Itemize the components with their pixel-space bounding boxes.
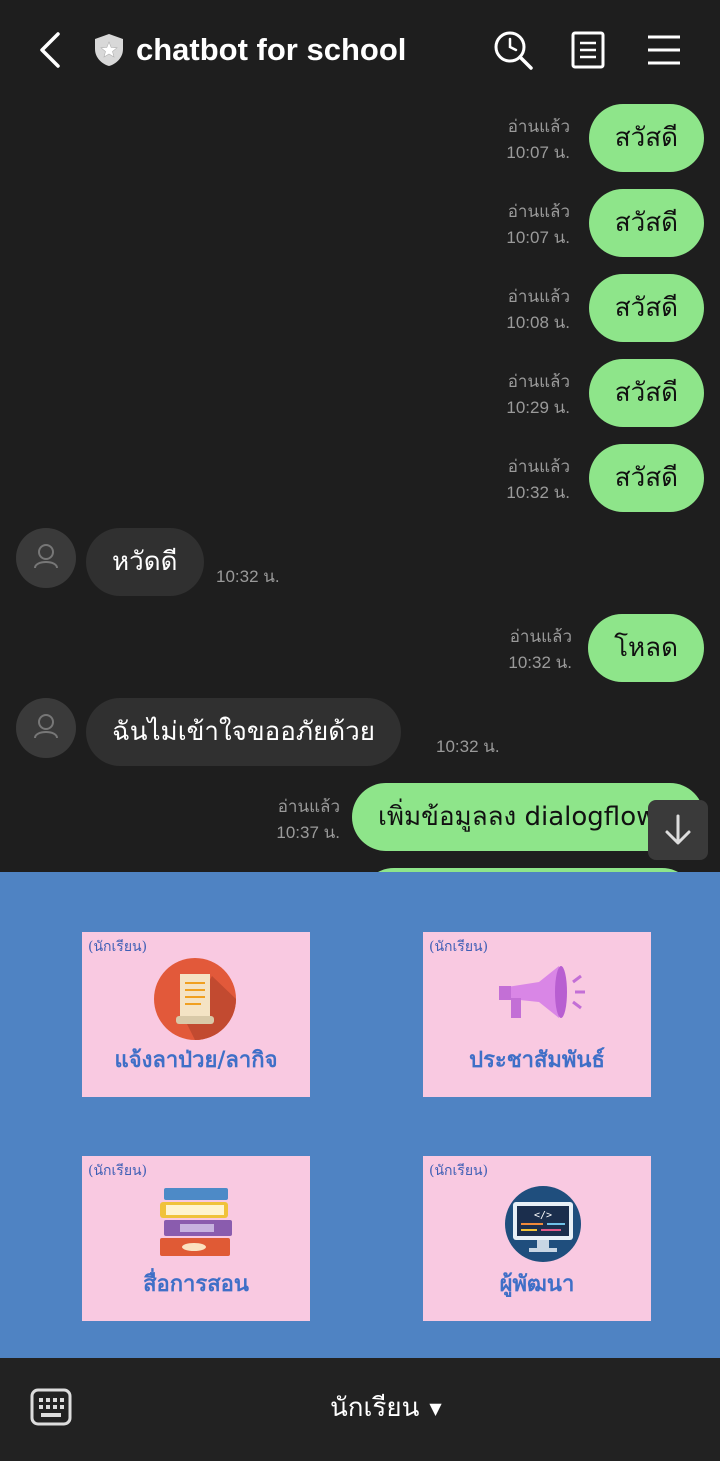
message-bubble[interactable]: สวัสดี [588,189,704,257]
megaphone-icon [499,966,585,1018]
read-status: อ่านแล้ว [277,797,340,816]
message-time: 10:32 น. [506,483,570,502]
bottom-bar: นักเรียน ▼ [0,1358,720,1461]
notes-icon[interactable] [566,28,610,72]
bot-avatar[interactable] [16,528,76,588]
message-time: 10:29 น. [506,398,570,417]
message-bubble[interactable]: สวัสดี [588,444,704,512]
verified-shield-icon [95,34,123,66]
rich-menu-label: นักเรียน [330,1393,420,1423]
user-silhouette-icon [34,714,58,739]
message-time: 10:07 น. [506,228,570,247]
message-time: 10:37 น. [276,823,340,842]
read-status: อ่านแล้ว [507,457,570,476]
message-time: 10:08 น. [506,313,570,332]
card-developer[interactable]: (นักเรียน) </> ผู้พัฒนา [423,1156,651,1321]
message-bubble[interactable]: ฉันไม่เข้าใจขออภัยด้วย [86,698,401,766]
card-tag: (นักเรียน) [429,1163,489,1179]
chat-area[interactable]: อ่านแล้ว 10:07 น. สวัสดี อ่านแล้ว 10:07 … [0,100,720,872]
message-time: 10:32 น. [508,653,572,672]
code-monitor-icon: </> [505,1186,581,1262]
card-tag: (นักเรียน) [88,939,148,955]
svg-text:</>: </> [534,1210,552,1221]
message-bubble[interactable]: สวัสดี [588,274,704,342]
hamburger-menu-icon[interactable] [642,28,686,72]
read-status: อ่านแล้ว [507,202,570,221]
read-status: อ่านแล้ว [507,287,570,306]
search-history-icon[interactable] [491,28,535,72]
card-tag: (นักเรียน) [429,939,489,955]
card-announcements[interactable]: (นักเรียน) ประชาสัมพันธ์ [423,932,651,1097]
scroll-to-bottom-button[interactable] [648,800,708,860]
message-time: 10:32 น. [436,737,500,756]
message-time: 10:32 น. [216,567,280,586]
message-bubble[interactable]: โหลด [588,614,704,682]
arrow-down-icon [665,814,691,845]
caret-down-icon: ▼ [429,1398,442,1418]
document-icon [154,958,236,1040]
read-status: อ่านแล้ว [509,627,572,646]
card-teaching-media[interactable]: (นักเรียน) สื่อการสอน [82,1156,310,1321]
back-arrow-icon[interactable] [30,28,74,72]
card-label: สื่อการสอน [143,1271,249,1297]
keyboard-icon[interactable] [30,1388,72,1426]
card-label: แจ้งลาป่วย/ลากิจ [114,1047,278,1073]
card-sick-leave[interactable]: (นักเรียน) แจ้งลาป่วย/ลากิจ [82,932,310,1097]
message-bubble[interactable]: สวัสดี [588,359,704,427]
read-status: อ่านแล้ว [507,117,570,136]
message-bubble[interactable]: สวัสดี [588,104,704,172]
message-time: 10:07 น. [506,143,570,162]
books-icon [160,1188,232,1256]
card-label: ประชาสัมพันธ์ [469,1047,605,1073]
bot-avatar[interactable] [16,698,76,758]
chat-header: chatbot for school [0,0,720,100]
message-bubble[interactable]: หวัดดี [86,528,204,596]
user-silhouette-icon [34,544,58,569]
card-label: ผู้พัฒนา [499,1271,575,1297]
rich-menu: (นักเรียน) แจ้งลาป่วย/ลากิจ (นักเรียน) ป… [0,872,720,1358]
rich-menu-toggle[interactable]: นักเรียน ▼ [330,1386,442,1430]
read-status: อ่านแล้ว [507,372,570,391]
card-tag: (นักเรียน) [88,1163,148,1179]
chat-title: chatbot for school [136,32,407,67]
